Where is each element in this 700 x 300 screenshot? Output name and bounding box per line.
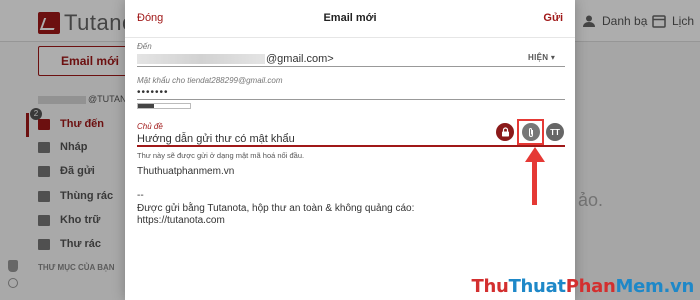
watermark-suffix: .vn <box>663 276 695 297</box>
confidential-toggle-button[interactable] <box>496 123 514 141</box>
password-label: Mật khẩu cho tiendat288299@gmail.com <box>137 76 283 85</box>
subject-underline <box>137 145 565 147</box>
dialog-header: Đóng Email mới Gửi <box>125 0 575 38</box>
text-format-icon: TT <box>550 127 560 137</box>
email-body-line[interactable]: Được gửi bằng Tutanota, hộp thư an toàn … <box>137 203 414 214</box>
password-strength-fill <box>138 104 154 108</box>
annotation-arrow-shaft <box>532 159 537 205</box>
watermark-part: Phan <box>565 276 616 297</box>
watermark-part: Mem <box>615 276 664 297</box>
to-field[interactable]: @gmail.com> <box>137 53 334 65</box>
send-button[interactable]: Gửi <box>543 12 563 24</box>
to-value: @gmail.com> <box>266 53 334 65</box>
password-underline <box>137 99 565 100</box>
dialog-title: Email mới <box>323 12 377 24</box>
to-label: Đến <box>137 42 152 51</box>
watermark-part: Thuat <box>508 276 566 297</box>
email-body-line[interactable]: Thuthuatphanmem.vn <box>137 166 234 177</box>
lock-icon <box>501 127 509 137</box>
watermark: ThuThuatPhanMem.vn <box>471 276 695 297</box>
show-recipients-button[interactable]: HIỆN ▾ <box>528 53 555 62</box>
watermark-part: Thu <box>471 276 509 297</box>
to-field-underline <box>137 66 565 67</box>
new-email-dialog: Đóng Email mới Gửi Đến @gmail.com> HIỆN … <box>125 0 575 300</box>
subject-hint: Thư này sẽ được gửi ở dạng mật mã hoá nố… <box>137 151 305 160</box>
password-field[interactable]: ••••••• <box>137 87 169 98</box>
attach-highlight-box <box>517 119 544 145</box>
email-body-line[interactable]: https://tutanota.com <box>137 215 225 226</box>
subject-field[interactable]: Hướng dẫn gửi thư có mật khẩu <box>137 133 295 145</box>
blurred-recipient <box>137 54 265 64</box>
password-strength-meter <box>137 103 191 109</box>
subject-label: Chủ đề <box>137 122 163 131</box>
text-format-button[interactable]: TT <box>546 123 564 141</box>
email-body-line[interactable]: -- <box>137 190 144 201</box>
